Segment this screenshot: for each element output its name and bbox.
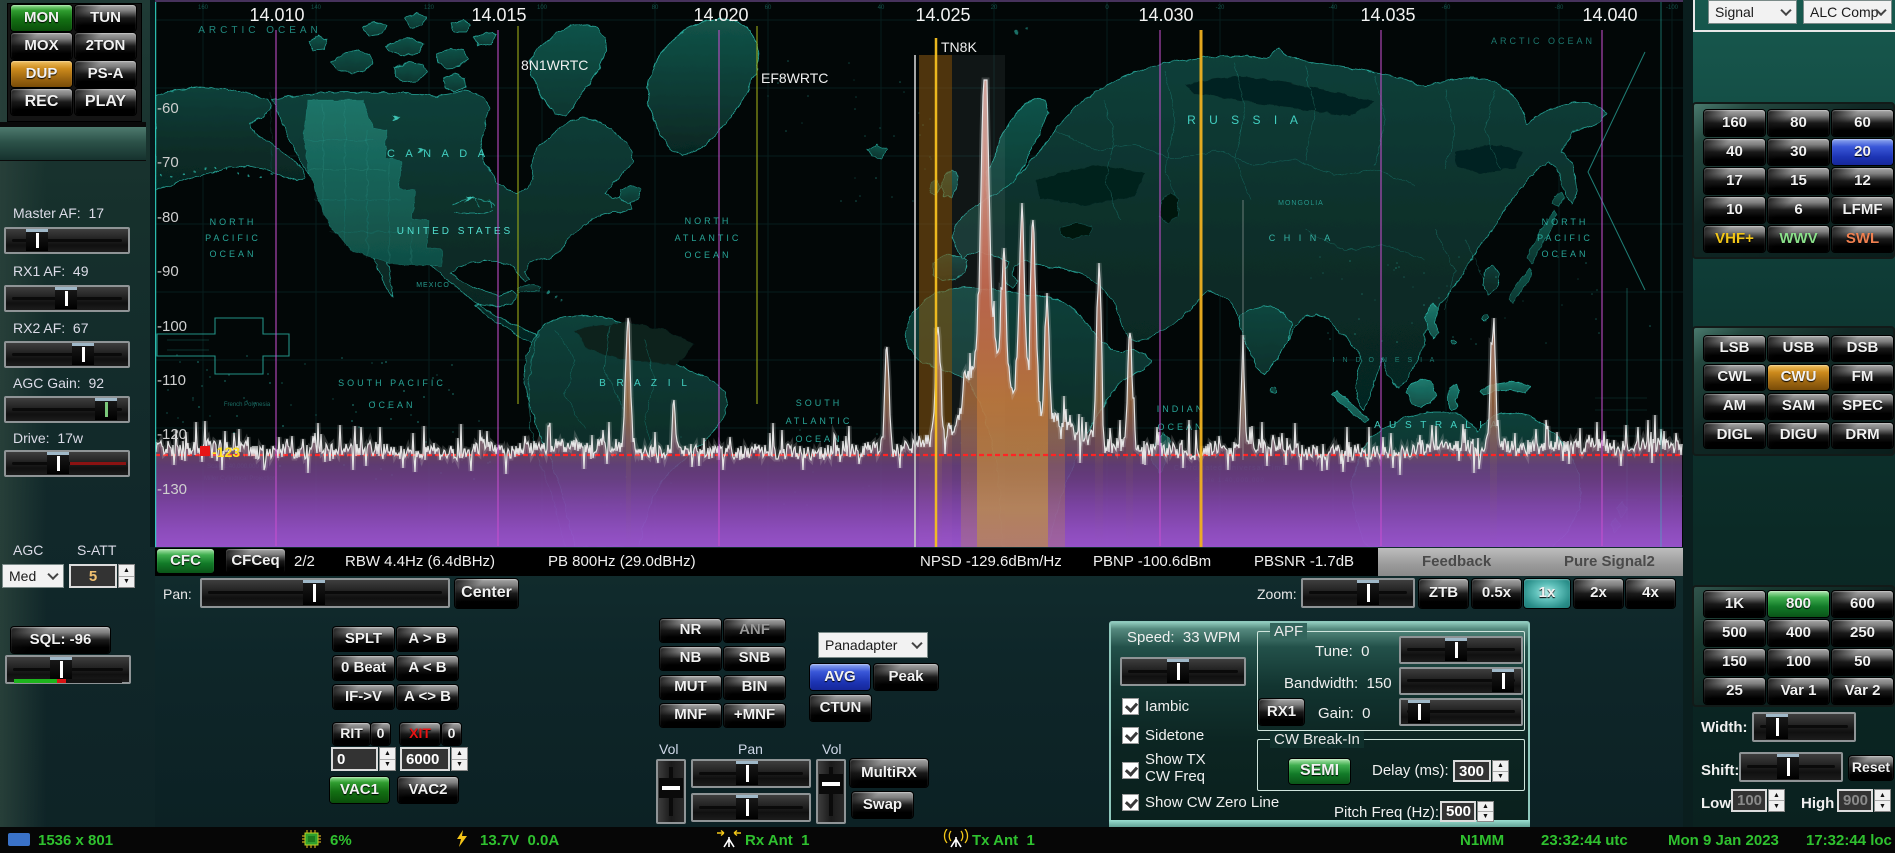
svg-text:SOUTH: SOUTH xyxy=(796,398,843,408)
svg-text:-90: -90 xyxy=(157,263,179,280)
svg-text:R U S S I A: R U S S I A xyxy=(1187,113,1303,127)
svg-text:NORTH: NORTH xyxy=(685,216,732,226)
svg-text:OCEAN: OCEAN xyxy=(209,249,256,259)
svg-text:I N D O N E S I A: I N D O N E S I A xyxy=(1333,357,1438,364)
svg-text:14.040: 14.040 xyxy=(1582,5,1637,25)
svg-text:-40: -40 xyxy=(1329,5,1338,11)
svg-text:ARCTIC OCEAN: ARCTIC OCEAN xyxy=(198,25,322,36)
svg-text:UNITED STATES: UNITED STATES xyxy=(397,226,513,237)
svg-text:ATLANTIC: ATLANTIC xyxy=(786,416,853,426)
svg-text:NORTH: NORTH xyxy=(210,217,257,227)
svg-text:14.025: 14.025 xyxy=(915,5,970,25)
svg-text:-110: -110 xyxy=(157,372,186,389)
svg-text:60: 60 xyxy=(765,5,772,11)
svg-text:160: 160 xyxy=(198,5,209,11)
svg-text:14.020: 14.020 xyxy=(693,5,748,25)
svg-text:MONGOLIA: MONGOLIA xyxy=(1278,200,1324,207)
svg-text:14.030: 14.030 xyxy=(1138,5,1193,25)
svg-text:-100: -100 xyxy=(157,318,187,335)
svg-text:C A N A D A: C A N A D A xyxy=(387,148,489,160)
svg-text:-80: -80 xyxy=(157,209,179,226)
svg-text:OCEAN: OCEAN xyxy=(1541,249,1588,259)
svg-text:TN8K: TN8K xyxy=(941,39,977,55)
svg-text:0: 0 xyxy=(1105,5,1109,11)
svg-text:-130: -130 xyxy=(157,481,187,498)
svg-text:C H I N A: C H I N A xyxy=(1269,233,1334,243)
svg-text:-20: -20 xyxy=(1216,5,1225,11)
svg-text:OCEAN: OCEAN xyxy=(368,400,415,410)
svg-text:ARCTIC OCEAN: ARCTIC OCEAN xyxy=(1491,36,1595,46)
svg-text:20: 20 xyxy=(991,5,998,11)
svg-text:OCEAN: OCEAN xyxy=(684,250,731,260)
svg-text:100: 100 xyxy=(537,5,548,11)
svg-text:140: 140 xyxy=(311,5,322,11)
svg-text:-120: -120 xyxy=(157,426,187,443)
svg-text:120: 120 xyxy=(424,5,435,11)
svg-text:SOUTH PACIFIC: SOUTH PACIFIC xyxy=(338,378,446,388)
svg-text:8N1WRTC: 8N1WRTC xyxy=(521,57,588,73)
svg-text:French Polynesia: French Polynesia xyxy=(224,402,271,408)
svg-text:PACIFIC: PACIFIC xyxy=(1537,233,1593,243)
svg-text:14.015: 14.015 xyxy=(471,5,526,25)
svg-text:-100: -100 xyxy=(1666,5,1679,11)
svg-text:PACIFIC: PACIFIC xyxy=(205,233,261,243)
svg-text:14.010: 14.010 xyxy=(249,5,304,25)
svg-text:-70: -70 xyxy=(157,154,179,171)
svg-text:ATLANTIC: ATLANTIC xyxy=(675,233,742,243)
svg-text:B R A Z I L: B R A Z I L xyxy=(599,378,691,389)
svg-text:-123: -123 xyxy=(212,444,240,460)
svg-text:MEXICO: MEXICO xyxy=(416,282,450,289)
svg-text:14.035: 14.035 xyxy=(1360,5,1415,25)
svg-text:NORTH: NORTH xyxy=(1542,217,1589,227)
svg-text:-80: -80 xyxy=(1555,5,1564,11)
svg-text:EF8WRTC: EF8WRTC xyxy=(761,70,828,86)
svg-text:-60: -60 xyxy=(157,100,179,117)
svg-text:80: 80 xyxy=(652,5,659,11)
svg-text:-60: -60 xyxy=(1442,5,1451,11)
svg-text:40: 40 xyxy=(878,5,885,11)
svg-text:INDIAN: INDIAN xyxy=(1157,404,1206,414)
